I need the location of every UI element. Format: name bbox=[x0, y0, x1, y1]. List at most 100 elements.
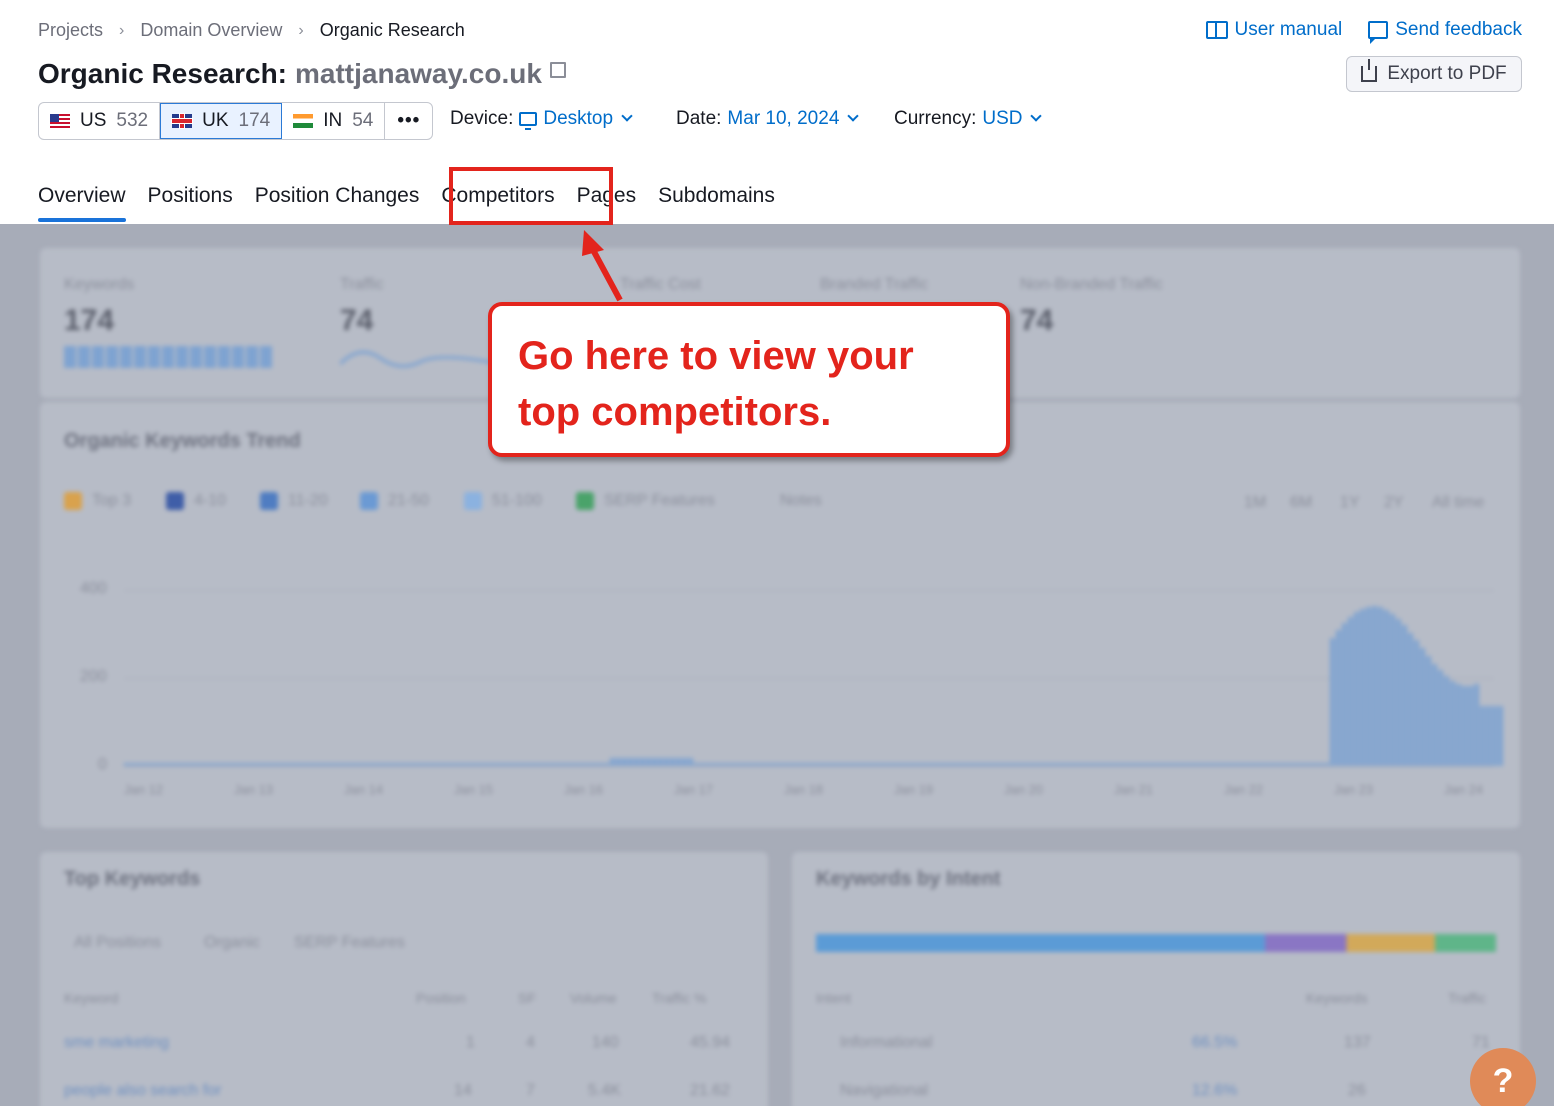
trend-bar bbox=[1210, 763, 1215, 766]
trend-bar bbox=[1048, 763, 1053, 766]
tab-all-positions[interactable]: All Positions bbox=[74, 934, 161, 952]
trend-bar bbox=[238, 763, 243, 766]
trend-bar bbox=[1000, 763, 1005, 766]
legend-11-20[interactable]: 11-20 bbox=[260, 492, 328, 510]
trend-bar bbox=[1114, 763, 1119, 766]
database-us-button[interactable]: US 532 bbox=[39, 103, 161, 139]
trend-bar bbox=[1234, 763, 1239, 766]
trend-bar bbox=[1372, 606, 1377, 766]
trend-bar bbox=[1354, 612, 1359, 766]
currency-filter[interactable]: Currency: USD bbox=[894, 108, 1043, 130]
legend-21-50[interactable]: 21-50 bbox=[360, 492, 429, 510]
trend-bar bbox=[562, 763, 567, 766]
keyword-link[interactable]: people also search for bbox=[64, 1082, 221, 1100]
trend-bar bbox=[1342, 623, 1347, 766]
trend-bar bbox=[766, 763, 771, 766]
legend-serp-features[interactable]: SERP Features bbox=[576, 492, 715, 510]
x-tick: Jan 19 bbox=[894, 782, 934, 797]
external-link-icon[interactable] bbox=[549, 62, 566, 78]
tab-position-changes[interactable]: Position Changes bbox=[255, 184, 420, 222]
more-databases-button[interactable]: ••• bbox=[385, 103, 432, 139]
database-in-button[interactable]: IN 54 bbox=[282, 103, 386, 139]
tab-overview[interactable]: Overview bbox=[38, 184, 126, 222]
trend-bar bbox=[682, 758, 687, 766]
trend-bar bbox=[1360, 609, 1365, 766]
range-all-time[interactable]: All time bbox=[1432, 494, 1484, 512]
trend-bar bbox=[304, 763, 309, 766]
trend-bar bbox=[496, 763, 501, 766]
device-dropdown[interactable]: Desktop bbox=[519, 108, 633, 130]
trend-bar bbox=[1312, 763, 1317, 766]
chevron-right-icon: › bbox=[298, 21, 304, 39]
trend-bar bbox=[730, 763, 735, 766]
trend-bar bbox=[760, 763, 765, 766]
metric-value: 74 bbox=[1020, 304, 1054, 337]
trend-bar bbox=[310, 763, 315, 766]
date-dropdown[interactable]: Mar 10, 2024 bbox=[727, 108, 860, 130]
range-2y[interactable]: 2Y bbox=[1384, 494, 1404, 512]
trend-bar bbox=[1288, 763, 1293, 766]
competitors-highlight bbox=[449, 167, 613, 225]
database-uk-button[interactable]: UK 174 bbox=[160, 103, 283, 139]
database-count: 174 bbox=[238, 110, 271, 131]
tab-subdomains[interactable]: Subdomains bbox=[658, 184, 775, 222]
trend-bar bbox=[832, 763, 837, 766]
trend-bar bbox=[1036, 763, 1041, 766]
trend-bar bbox=[526, 763, 531, 766]
keyword-link[interactable]: sme marketing bbox=[64, 1034, 169, 1052]
trend-bar bbox=[940, 763, 945, 766]
trend-bar bbox=[658, 758, 663, 766]
send-feedback-link[interactable]: Send feedback bbox=[1368, 19, 1522, 44]
breadcrumb-domain-overview[interactable]: Domain Overview bbox=[140, 20, 282, 41]
legend-4-10[interactable]: 4-10 bbox=[166, 492, 226, 510]
tab-serp-features[interactable]: SERP Features bbox=[294, 934, 405, 952]
date-filter[interactable]: Date: Mar 10, 2024 bbox=[676, 108, 860, 130]
help-button[interactable]: ? bbox=[1470, 1048, 1536, 1106]
page-title-label: Organic Research: bbox=[38, 58, 287, 89]
database-code: UK bbox=[202, 110, 229, 131]
trend-bar bbox=[352, 763, 357, 766]
tab-organic[interactable]: Organic bbox=[204, 934, 260, 952]
metric-value: 174 bbox=[64, 304, 115, 337]
trend-bar bbox=[1186, 763, 1191, 766]
range-6m[interactable]: 6M bbox=[1290, 494, 1312, 512]
trend-bar bbox=[1306, 763, 1311, 766]
trend-bar bbox=[436, 763, 441, 766]
trend-bar bbox=[298, 763, 303, 766]
trend-bar bbox=[136, 763, 141, 766]
legend-top3[interactable]: Top 3 bbox=[64, 492, 131, 510]
trend-bar bbox=[154, 763, 159, 766]
trend-bar bbox=[742, 763, 747, 766]
trend-bar bbox=[478, 763, 483, 766]
trend-bar bbox=[964, 763, 969, 766]
trend-bar bbox=[208, 763, 213, 766]
tab-positions[interactable]: Positions bbox=[148, 184, 233, 222]
page-title-domain[interactable]: mattjanaway.co.uk bbox=[295, 58, 542, 90]
trend-bar bbox=[184, 763, 189, 766]
trend-bar bbox=[382, 763, 387, 766]
trend-bar bbox=[1192, 763, 1197, 766]
trend-bar bbox=[268, 763, 273, 766]
device-value: Desktop bbox=[543, 108, 614, 129]
database-code: IN bbox=[323, 110, 343, 131]
range-1y[interactable]: 1Y bbox=[1340, 494, 1360, 512]
notes-dropdown[interactable]: Notes bbox=[780, 492, 822, 510]
trend-bar bbox=[628, 758, 633, 766]
trend-bar bbox=[1318, 763, 1323, 766]
trend-bar bbox=[1444, 676, 1449, 766]
range-1m[interactable]: 1M bbox=[1244, 494, 1266, 512]
trend-bar bbox=[130, 763, 135, 766]
currency-dropdown[interactable]: USD bbox=[982, 108, 1043, 130]
trend-bar bbox=[1096, 763, 1101, 766]
trend-bar bbox=[1180, 763, 1185, 766]
metric-label: Keywords bbox=[64, 276, 135, 293]
trend-bar bbox=[574, 763, 579, 766]
export-pdf-button[interactable]: Export to PDF bbox=[1346, 56, 1522, 92]
legend-51-100[interactable]: 51-100 bbox=[464, 492, 542, 510]
user-manual-link[interactable]: User manual bbox=[1205, 19, 1342, 41]
trend-bar bbox=[448, 763, 453, 766]
trend-bar bbox=[814, 763, 819, 766]
trend-bar bbox=[802, 763, 807, 766]
breadcrumb-projects[interactable]: Projects bbox=[38, 20, 103, 41]
device-filter[interactable]: Device: Desktop bbox=[450, 108, 633, 130]
